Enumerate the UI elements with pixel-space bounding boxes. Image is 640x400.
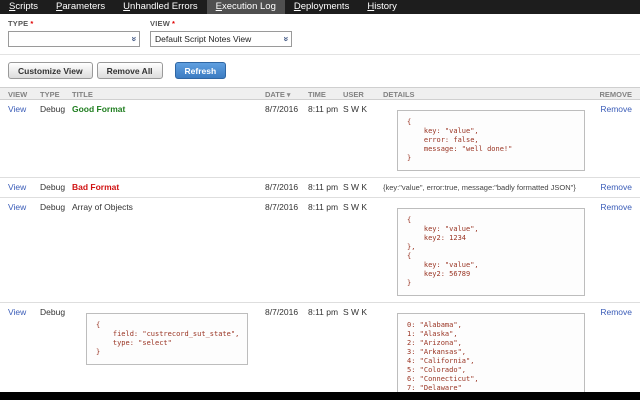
chevron-down-icon: » — [281, 36, 292, 42]
nav-execution-log[interactable]: Execution Log — [206, 0, 285, 14]
nav-history[interactable]: History — [358, 0, 406, 14]
log-row: View Debug Bad Format 8/7/2016 8:11 pm S… — [0, 178, 640, 198]
log-type: Debug — [40, 104, 66, 114]
type-select[interactable]: » — [8, 31, 140, 47]
nav-deployments[interactable]: Deployments — [285, 0, 358, 14]
remove-link[interactable]: Remove — [600, 202, 632, 212]
details-json: { key: "value", error: false, message: "… — [397, 110, 585, 171]
log-row: View Debug { field: "custrecord_sut_stat… — [0, 303, 640, 392]
log-date: 8/7/2016 — [265, 104, 299, 114]
log-time: 8:11 pm — [308, 202, 339, 212]
log-title: Array of Objects — [72, 202, 133, 212]
log-row: View Debug Good Format 8/7/2016 8:11 pm … — [0, 100, 640, 178]
view-label: VIEW * — [150, 19, 176, 28]
table-header: VIEW TYPE TITLE DATE ▾ TIME USER DETAILS … — [0, 87, 640, 100]
log-user: S W K — [343, 104, 368, 114]
sort-descending-icon: ▾ — [286, 92, 291, 99]
required-asterisk: * — [171, 19, 176, 28]
log-title: Good Format — [72, 104, 126, 114]
details-text: {key:"value", error:true, message:"badly… — [383, 183, 576, 192]
log-type: Debug — [40, 202, 66, 212]
type-label: TYPE * — [8, 19, 34, 28]
nav-scripts[interactable]: Scripts — [0, 0, 47, 14]
view-link[interactable]: View — [8, 104, 26, 114]
view-link[interactable]: View — [8, 182, 26, 192]
log-type: Debug — [40, 307, 66, 317]
details-json: 0: "Alabama", 1: "Alaska", 2: "Arizona",… — [397, 313, 585, 392]
log-user: S W K — [343, 202, 368, 212]
log-user: S W K — [343, 307, 368, 317]
log-type: Debug — [40, 182, 66, 192]
view-link[interactable]: View — [8, 307, 26, 317]
nav-parameters[interactable]: Parameters — [47, 0, 114, 14]
view-select[interactable]: Default Script Notes View » — [150, 31, 292, 47]
log-title: Bad Format — [72, 182, 120, 192]
refresh-button[interactable]: Refresh — [174, 62, 227, 79]
top-navigation: Scripts Parameters Unhandled Errors Exec… — [0, 0, 640, 14]
type-filter: TYPE * » — [8, 19, 140, 47]
log-row: View Debug Array of Objects 8/7/2016 8:1… — [0, 198, 640, 303]
required-asterisk: * — [30, 19, 34, 28]
view-link[interactable]: View — [8, 202, 26, 212]
remove-link[interactable]: Remove — [600, 307, 632, 317]
remove-link[interactable]: Remove — [600, 104, 632, 114]
filter-bar: TYPE * » VIEW * Default Script Notes View … — [0, 14, 640, 55]
log-user: S W K — [343, 182, 368, 192]
chevron-down-icon: » — [129, 36, 140, 42]
customize-view-button[interactable]: Customize View — [8, 62, 93, 79]
log-time: 8:11 pm — [308, 104, 339, 114]
remove-all-button[interactable]: Remove All — [96, 62, 163, 79]
log-time: 8:11 pm — [308, 182, 339, 192]
content-area: TYPE * » VIEW * Default Script Notes View … — [0, 14, 640, 392]
remove-link[interactable]: Remove — [600, 182, 632, 192]
title-json: { field: "custrecord_sut_state", type: "… — [86, 313, 248, 365]
log-date: 8/7/2016 — [265, 307, 299, 317]
nav-unhandled-errors[interactable]: Unhandled Errors — [114, 0, 206, 14]
details-json: { key: "value", key2: 1234 }, { key: "va… — [397, 208, 585, 296]
view-select-value: Default Script Notes View — [155, 34, 252, 44]
toolbar: Customize View Remove All Refresh — [0, 55, 640, 85]
view-filter: VIEW * Default Script Notes View » — [150, 19, 292, 47]
log-date: 8/7/2016 — [265, 182, 299, 192]
log-date: 8/7/2016 — [265, 202, 299, 212]
log-time: 8:11 pm — [308, 307, 339, 317]
app-window: Scripts Parameters Unhandled Errors Exec… — [0, 0, 640, 400]
